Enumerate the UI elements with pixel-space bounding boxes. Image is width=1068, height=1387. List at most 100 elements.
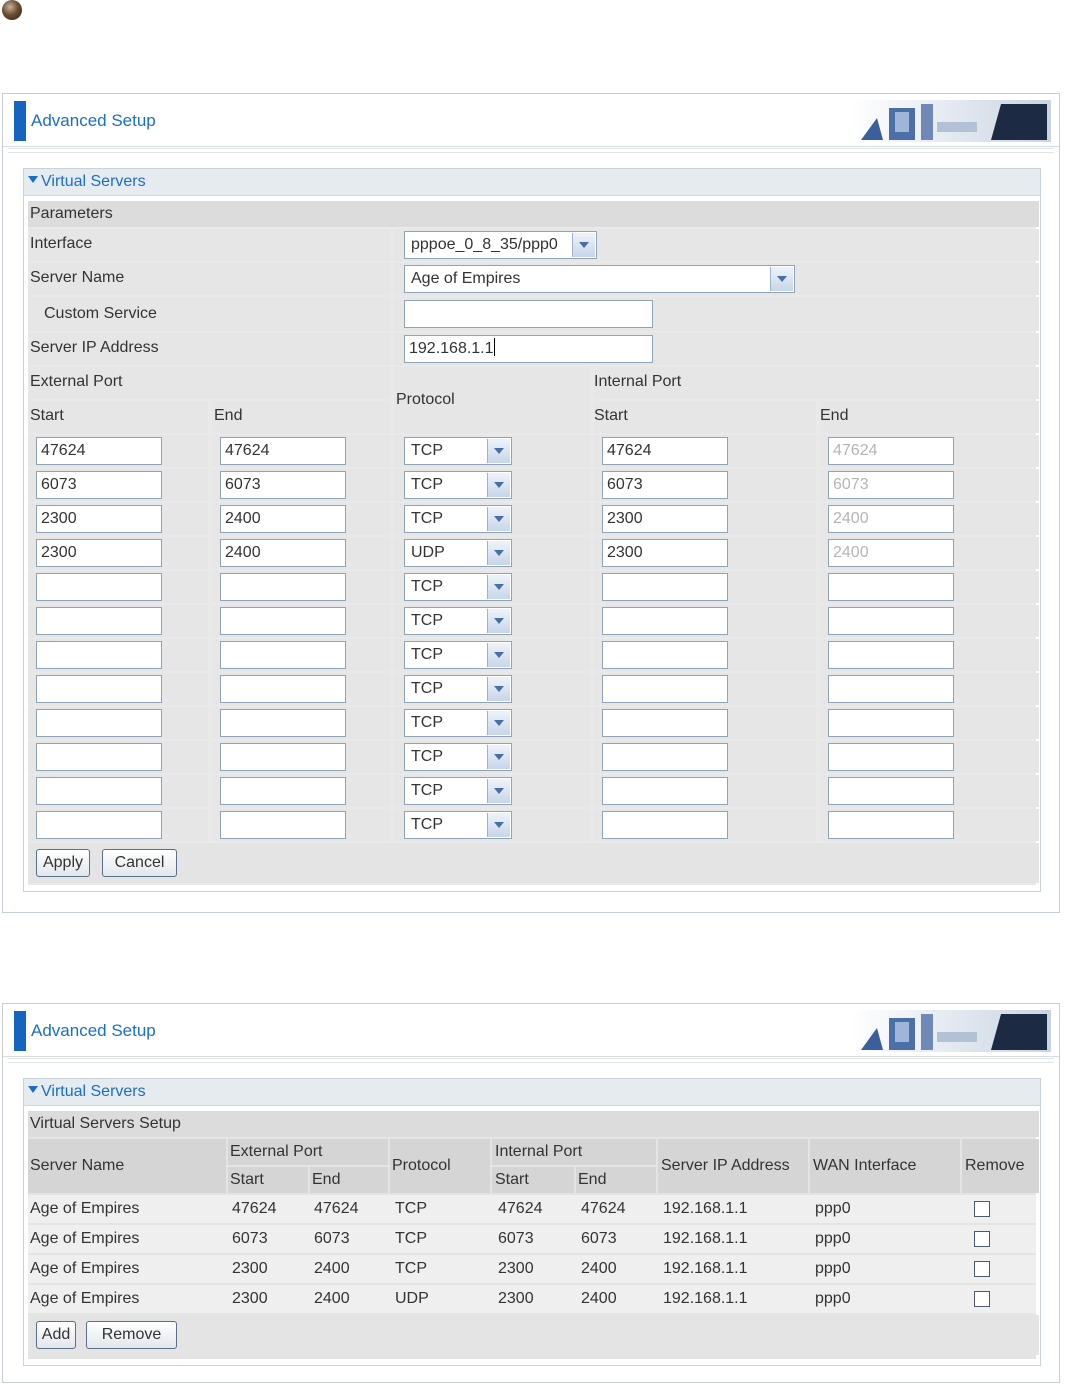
protocol-select[interactable]: TCP <box>404 573 512 601</box>
protocol-select[interactable]: TCP <box>404 471 512 499</box>
chevron-down-icon[interactable] <box>487 745 510 769</box>
chevron-down-icon[interactable] <box>487 813 510 837</box>
int-start-input[interactable] <box>602 573 728 601</box>
protocol-select[interactable]: TCP <box>404 777 512 805</box>
int-start-input[interactable]: 2300 <box>602 505 728 533</box>
protocol-select[interactable]: TCP <box>404 811 512 839</box>
int-start-input[interactable] <box>602 811 728 839</box>
network-devices-icon <box>851 100 1051 142</box>
ext-start-input[interactable] <box>36 607 162 635</box>
ext-end-input[interactable] <box>220 607 346 635</box>
remove-checkbox[interactable] <box>974 1291 990 1307</box>
ext-end-input[interactable] <box>220 709 346 737</box>
add-button[interactable]: Add <box>36 1321 76 1349</box>
ext-start-input[interactable] <box>36 811 162 839</box>
ext-start-input[interactable]: 6073 <box>36 471 162 499</box>
chevron-down-icon[interactable] <box>487 507 510 531</box>
chevron-down-icon[interactable] <box>487 711 510 735</box>
int-start-cell <box>594 775 816 807</box>
protocol-select[interactable]: TCP <box>404 437 512 465</box>
int-start-input[interactable]: 2300 <box>602 539 728 567</box>
ext-end-input[interactable] <box>220 675 346 703</box>
chevron-down-icon[interactable] <box>487 677 510 701</box>
cancel-button[interactable]: Cancel <box>102 849 177 877</box>
int-start-input[interactable] <box>602 743 728 771</box>
apply-button[interactable]: Apply <box>36 849 90 877</box>
remove-checkbox[interactable] <box>974 1201 990 1217</box>
int-end-header: End <box>820 401 1039 433</box>
section-title[interactable]: Virtual Servers <box>24 169 1040 196</box>
int-end-cell <box>820 741 1039 773</box>
int-start-input[interactable] <box>602 641 728 669</box>
ext-start-input[interactable]: 2300 <box>36 539 162 567</box>
int-start-input[interactable]: 47624 <box>602 437 728 465</box>
chevron-down-icon[interactable] <box>487 473 510 497</box>
chevron-down-icon[interactable] <box>487 779 510 803</box>
int-start-input[interactable] <box>602 777 728 805</box>
protocol-select[interactable]: TCP <box>404 607 512 635</box>
chevron-down-icon[interactable] <box>572 233 595 257</box>
protocol-select[interactable]: TCP <box>404 743 512 771</box>
row-ext-start: 2300 <box>232 1260 268 1277</box>
protocol-select[interactable]: TCP <box>404 675 512 703</box>
collapse-triangle-icon[interactable] <box>28 1086 38 1093</box>
ext-start-input[interactable] <box>36 709 162 737</box>
ext-end-input[interactable] <box>220 743 346 771</box>
ext-end-input[interactable] <box>220 811 346 839</box>
ext-end-input[interactable] <box>220 777 346 805</box>
ext-start-input[interactable]: 47624 <box>36 437 162 465</box>
int-start-input[interactable] <box>602 607 728 635</box>
interface-select[interactable]: pppoe_0_8_35/ppp0 <box>404 231 597 259</box>
row-protocol: TCP <box>395 1230 427 1247</box>
int-end-input: 2400 <box>828 539 954 567</box>
ext-end-input[interactable]: 6073 <box>220 471 346 499</box>
int-start-input[interactable] <box>602 675 728 703</box>
row-ext-end: 2400 <box>314 1260 350 1277</box>
ext-end-input[interactable] <box>220 641 346 669</box>
section-title[interactable]: Virtual Servers <box>24 1079 1040 1106</box>
chevron-down-icon[interactable] <box>487 541 510 565</box>
chevron-down-icon[interactable] <box>487 643 510 667</box>
chevron-down-icon[interactable] <box>487 609 510 633</box>
protocol-select[interactable]: TCP <box>404 709 512 737</box>
ext-start-input[interactable] <box>36 573 162 601</box>
ext-start-input[interactable] <box>36 641 162 669</box>
server-name-select[interactable]: Age of Empires <box>404 265 795 293</box>
int-end-cell <box>820 707 1039 739</box>
server-name-select-value: Age of Empires <box>411 270 521 287</box>
ext-end-input[interactable]: 2400 <box>220 505 346 533</box>
protocol-cell: TCP <box>394 741 590 773</box>
section-title-label: Virtual Servers <box>41 1083 146 1100</box>
custom-service-input[interactable] <box>404 300 653 328</box>
ext-start-cell <box>28 741 208 773</box>
protocol-select[interactable]: TCP <box>404 505 512 533</box>
virtual-servers-list-section: Virtual Servers Virtual Servers Setup Se… <box>23 1078 1041 1366</box>
ext-start-input[interactable]: 2300 <box>36 505 162 533</box>
row-server-ip: 192.168.1.1 <box>663 1200 748 1217</box>
protocol-select[interactable]: UDP <box>404 539 512 567</box>
int-start-input[interactable]: 6073 <box>602 471 728 499</box>
ext-end-input[interactable]: 2400 <box>220 539 346 567</box>
ext-start-cell: 2300 <box>28 503 208 535</box>
remove-checkbox[interactable] <box>974 1261 990 1277</box>
row-int-start: 47624 <box>498 1200 543 1217</box>
ext-end-input[interactable]: 47624 <box>220 437 346 465</box>
collapse-triangle-icon[interactable] <box>28 176 38 183</box>
setup-row: Virtual Servers Setup <box>28 1111 1039 1137</box>
text-cursor <box>493 338 495 356</box>
server-ip-input[interactable]: 192.168.1.1 <box>404 335 653 363</box>
protocol-select[interactable]: TCP <box>404 641 512 669</box>
int-end-cell <box>820 639 1039 671</box>
protocol-cell: TCP <box>394 503 590 535</box>
int-end-cell <box>820 775 1039 807</box>
remove-checkbox[interactable] <box>974 1231 990 1247</box>
ext-end-input[interactable] <box>220 573 346 601</box>
remove-button[interactable]: Remove <box>86 1321 177 1349</box>
int-start-input[interactable] <box>602 709 728 737</box>
chevron-down-icon[interactable] <box>770 267 793 291</box>
ext-start-input[interactable] <box>36 675 162 703</box>
chevron-down-icon[interactable] <box>487 439 510 463</box>
chevron-down-icon[interactable] <box>487 575 510 599</box>
ext-start-input[interactable] <box>36 743 162 771</box>
ext-start-input[interactable] <box>36 777 162 805</box>
